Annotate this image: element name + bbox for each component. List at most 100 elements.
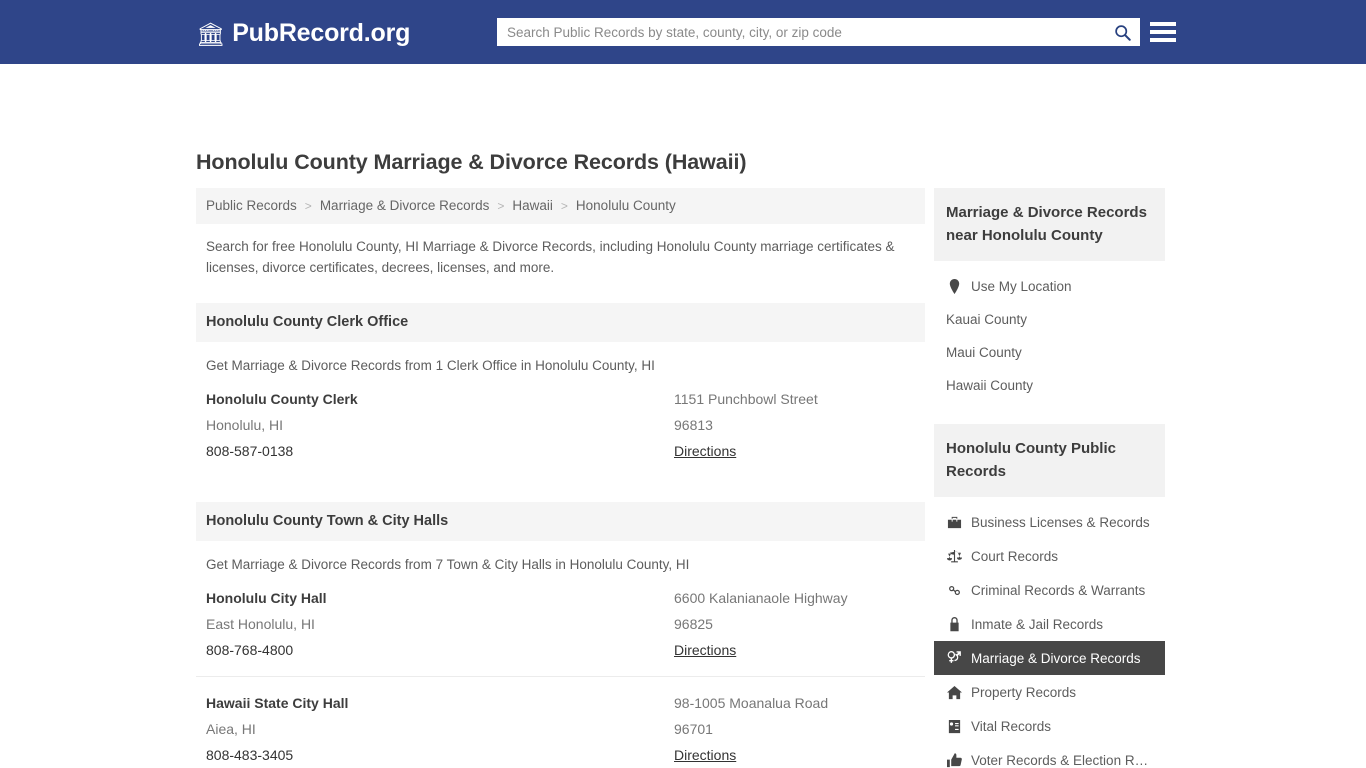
public-records-card: Honolulu County Public Records Business …	[934, 424, 1165, 768]
listing-name[interactable]: Hawaii State City Hall	[206, 695, 674, 711]
page-title: Honolulu County Marriage & Divorce Recor…	[196, 150, 747, 174]
record-type-link[interactable]: Business Licenses & Records	[934, 505, 1165, 539]
breadcrumb-item[interactable]: Public Records	[206, 198, 297, 213]
listing-phone[interactable]: 808-587-0138	[206, 443, 674, 459]
public-records-list: Business Licenses & Records Court Records…	[934, 497, 1165, 768]
bank-icon: 🏛	[196, 21, 226, 47]
record-type-link[interactable]: Marriage & Divorce Records	[934, 641, 1165, 675]
thumbs-up-icon	[946, 752, 962, 768]
brand-name: PubRecord.org	[232, 19, 411, 47]
listing-city-state: Aiea, HI	[206, 721, 256, 737]
nearby-records-title: Marriage & Divorce Records near Honolulu…	[934, 188, 1165, 261]
listing-left: Hawaii State City Hall Aiea, HI 808-483-34…	[206, 695, 674, 765]
id-card-icon	[946, 718, 962, 734]
listing-right: 6600 Kalanianaole Highway 96825 Directions	[674, 590, 915, 660]
record-type-link[interactable]: Voter Records & Election R…	[934, 743, 1165, 768]
briefcase-icon	[947, 516, 961, 528]
directions-link[interactable]: Directions	[674, 747, 736, 763]
section-subtitle: Get Marriage & Divorce Records from 1 Cl…	[206, 358, 655, 373]
section-title: Honolulu County Town & City Halls	[196, 502, 925, 541]
listing-name[interactable]: Honolulu County Clerk	[206, 391, 674, 407]
listing-street: 6600 Kalanianaole Highway	[674, 590, 848, 606]
record-type-label: Court Records	[971, 548, 1059, 564]
nearby-county-label: Kauai County	[946, 312, 1028, 327]
map-marker-icon	[946, 278, 962, 294]
breadcrumb-item[interactable]: Honolulu County	[576, 198, 676, 213]
record-type-label: Vital Records	[971, 718, 1052, 734]
breadcrumb-item[interactable]: Hawaii	[512, 198, 553, 213]
balance-scale-icon	[946, 549, 962, 562]
record-type-link[interactable]: Inmate & Jail Records	[934, 607, 1165, 641]
lock-icon	[949, 616, 959, 631]
nearby-county-label: Maui County	[946, 345, 1022, 360]
sidebar: Marriage & Divorce Records near Honolulu…	[934, 188, 1165, 768]
section-subtitle: Get Marriage & Divorce Records from 7 To…	[206, 557, 690, 572]
record-type-label: Business Licenses & Records	[971, 514, 1150, 530]
balance-scale-icon	[946, 548, 962, 564]
menu-bar-2	[1150, 30, 1176, 34]
handcuffs-icon	[946, 582, 962, 598]
page-intro: Search for free Honolulu County, HI Marr…	[206, 239, 895, 275]
nearby-county-link[interactable]: Kauai County	[934, 303, 1165, 336]
site-logo-link[interactable]: 🏛 PubRecord.org	[196, 19, 410, 48]
listing-left: Honolulu City Hall East Honolulu, HI 808-7…	[206, 590, 674, 660]
nearby-records-list: Use My Location Kauai County Maui County Ha…	[934, 261, 1165, 402]
directions-link[interactable]: Directions	[674, 642, 736, 658]
id-card-icon	[948, 719, 960, 733]
breadcrumb-separator: >	[304, 198, 312, 213]
listing-phone[interactable]: 808-483-3405	[206, 747, 674, 763]
lock-icon	[946, 616, 962, 632]
listing-row: Hawaii State City Hall Aiea, HI 808-483-34…	[196, 677, 925, 768]
listing-city-state: Honolulu, HI	[206, 417, 284, 433]
listing-row: Honolulu City Hall East Honolulu, HI 808-7…	[196, 572, 925, 677]
menu-bar-1	[1150, 22, 1176, 26]
record-type-link[interactable]: Property Records	[934, 675, 1165, 709]
breadcrumb-separator: >	[560, 198, 568, 213]
records-section: Honolulu County Town & City Halls Get Mar…	[196, 502, 925, 768]
listing-row: Honolulu County Clerk Honolulu, HI 808-587…	[196, 373, 925, 477]
map-marker-icon	[949, 278, 959, 294]
nearby-county-label: Hawaii County	[946, 378, 1034, 393]
menu-bar-3	[1150, 38, 1176, 42]
listing-zip: 96701	[674, 721, 713, 737]
hamburger-menu-icon[interactable]	[1150, 19, 1176, 45]
record-type-label: Inmate & Jail Records	[971, 616, 1104, 632]
listing-right: 1151 Punchbowl Street 96813 Directions	[674, 391, 915, 461]
nearby-county-link[interactable]: Maui County	[934, 336, 1165, 369]
main-content: Public Records > Marriage & Divorce Record…	[196, 188, 925, 768]
records-section: Honolulu County Clerk Office Get Marriage…	[196, 303, 925, 477]
site-header: 🏛 PubRecord.org	[0, 0, 1366, 64]
nearby-county-link[interactable]: Hawaii County	[934, 369, 1165, 402]
search-icon	[1114, 24, 1131, 41]
listing-phone[interactable]: 808-768-4800	[206, 642, 674, 658]
venus-mars-icon	[947, 650, 961, 663]
listing-right: 98-1005 Moanalua Road 96701 Directions	[674, 695, 915, 765]
search-input[interactable]	[497, 18, 1104, 46]
home-icon	[946, 685, 962, 699]
nearby-records-card: Marriage & Divorce Records near Honolulu…	[934, 188, 1165, 402]
breadcrumb: Public Records > Marriage & Divorce Record…	[196, 188, 925, 224]
listing-street: 1151 Punchbowl Street	[674, 391, 818, 407]
record-type-label: Voter Records & Election R…	[971, 752, 1149, 768]
section-title: Honolulu County Clerk Office	[196, 303, 925, 342]
venus-mars-icon	[946, 650, 962, 666]
listing-zip: 96813	[674, 417, 713, 433]
record-type-label: Property Records	[971, 684, 1077, 700]
record-type-link[interactable]: Criminal Records & Warrants	[934, 573, 1165, 607]
handcuffs-icon	[948, 585, 960, 595]
record-type-label: Marriage & Divorce Records	[971, 650, 1141, 666]
directions-link[interactable]: Directions	[674, 443, 736, 459]
listing-city-state: East Honolulu, HI	[206, 616, 315, 632]
nearby-county-label: Use My Location	[971, 278, 1072, 294]
public-records-title: Honolulu County Public Records	[934, 424, 1165, 497]
listing-zip: 96825	[674, 616, 713, 632]
record-type-link[interactable]: Vital Records	[934, 709, 1165, 743]
record-type-link[interactable]: Court Records	[934, 539, 1165, 573]
record-type-label: Criminal Records & Warrants	[971, 582, 1146, 598]
breadcrumb-item[interactable]: Marriage & Divorce Records	[320, 198, 490, 213]
records-sections: Honolulu County Clerk Office Get Marriage…	[196, 303, 925, 768]
listing-name[interactable]: Honolulu City Hall	[206, 590, 674, 606]
search-button[interactable]	[1104, 18, 1140, 46]
nearby-county-link[interactable]: Use My Location	[934, 269, 1165, 303]
briefcase-icon	[946, 514, 962, 530]
